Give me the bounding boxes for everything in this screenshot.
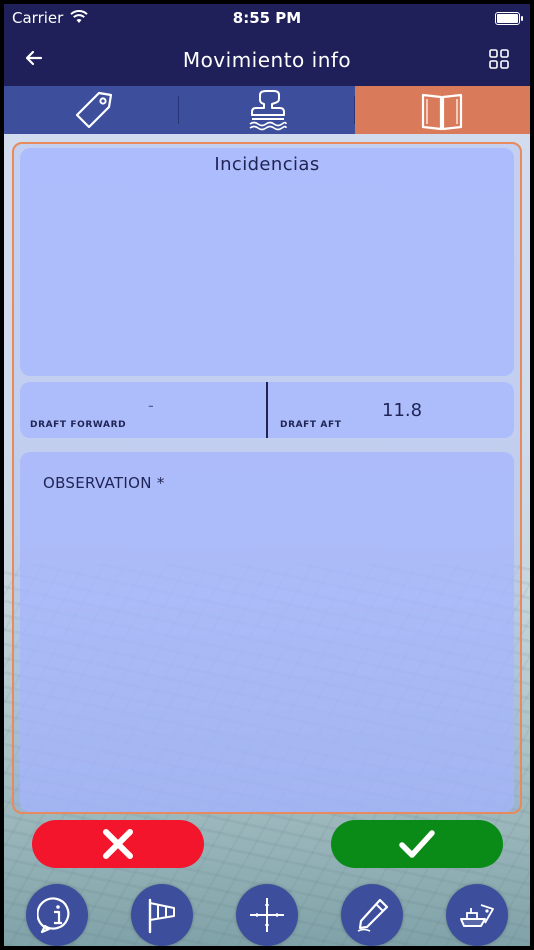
nav-bar: Movimiento info bbox=[4, 32, 530, 86]
movement-info-panel: Incidencias - DRAFT FORWARD 11.8 DRAFT A… bbox=[12, 142, 522, 814]
tab-book[interactable] bbox=[354, 86, 530, 134]
tag-icon bbox=[75, 91, 112, 129]
toolbar-windsock-button[interactable] bbox=[131, 884, 193, 946]
stamp-icon bbox=[249, 90, 287, 131]
toolbar-pen-button[interactable] bbox=[341, 884, 403, 946]
status-bar: Carrier 8:55 PM bbox=[4, 4, 530, 32]
info-icon bbox=[37, 897, 70, 934]
draft-aft-value[interactable]: 11.8 bbox=[382, 400, 422, 421]
toolbar-info-button[interactable] bbox=[26, 884, 88, 946]
tab-stamp[interactable] bbox=[179, 86, 355, 134]
observation-field[interactable]: OBSERVATION * bbox=[20, 452, 514, 812]
draft-aft-label: DRAFT AFT bbox=[280, 420, 342, 430]
toolbar-ship-button[interactable] bbox=[446, 884, 508, 946]
pen-icon bbox=[357, 898, 389, 932]
tab-bar bbox=[4, 86, 530, 134]
confirm-button[interactable] bbox=[331, 820, 503, 868]
grid-menu-icon[interactable] bbox=[488, 48, 510, 70]
toolbar-coordinates-button[interactable] bbox=[236, 884, 298, 946]
book-icon bbox=[422, 93, 463, 131]
windsock-icon bbox=[148, 898, 175, 934]
battery-icon bbox=[495, 12, 523, 25]
cancel-button[interactable] bbox=[32, 820, 204, 868]
drafts-row: - DRAFT FORWARD 11.8 DRAFT AFT bbox=[20, 382, 514, 438]
observation-placeholder: OBSERVATION * bbox=[43, 474, 165, 492]
draft-forward-value[interactable]: - bbox=[148, 396, 154, 415]
tab-tag[interactable] bbox=[4, 86, 180, 134]
status-time: 8:55 PM bbox=[232, 9, 302, 27]
draft-forward-label: DRAFT FORWARD bbox=[30, 420, 127, 430]
page-title: Movimiento info bbox=[182, 48, 352, 72]
ship-icon bbox=[460, 904, 494, 927]
app-screen: Carrier 8:55 PM Movimiento info Incidenc… bbox=[4, 4, 530, 946]
close-icon bbox=[103, 829, 133, 859]
drafts-divider bbox=[266, 382, 268, 438]
incidents-box[interactable]: Incidencias bbox=[20, 148, 514, 376]
incidents-label: Incidencias bbox=[214, 154, 320, 175]
coordinates-icon bbox=[250, 898, 284, 932]
checkmark-icon bbox=[399, 830, 435, 858]
